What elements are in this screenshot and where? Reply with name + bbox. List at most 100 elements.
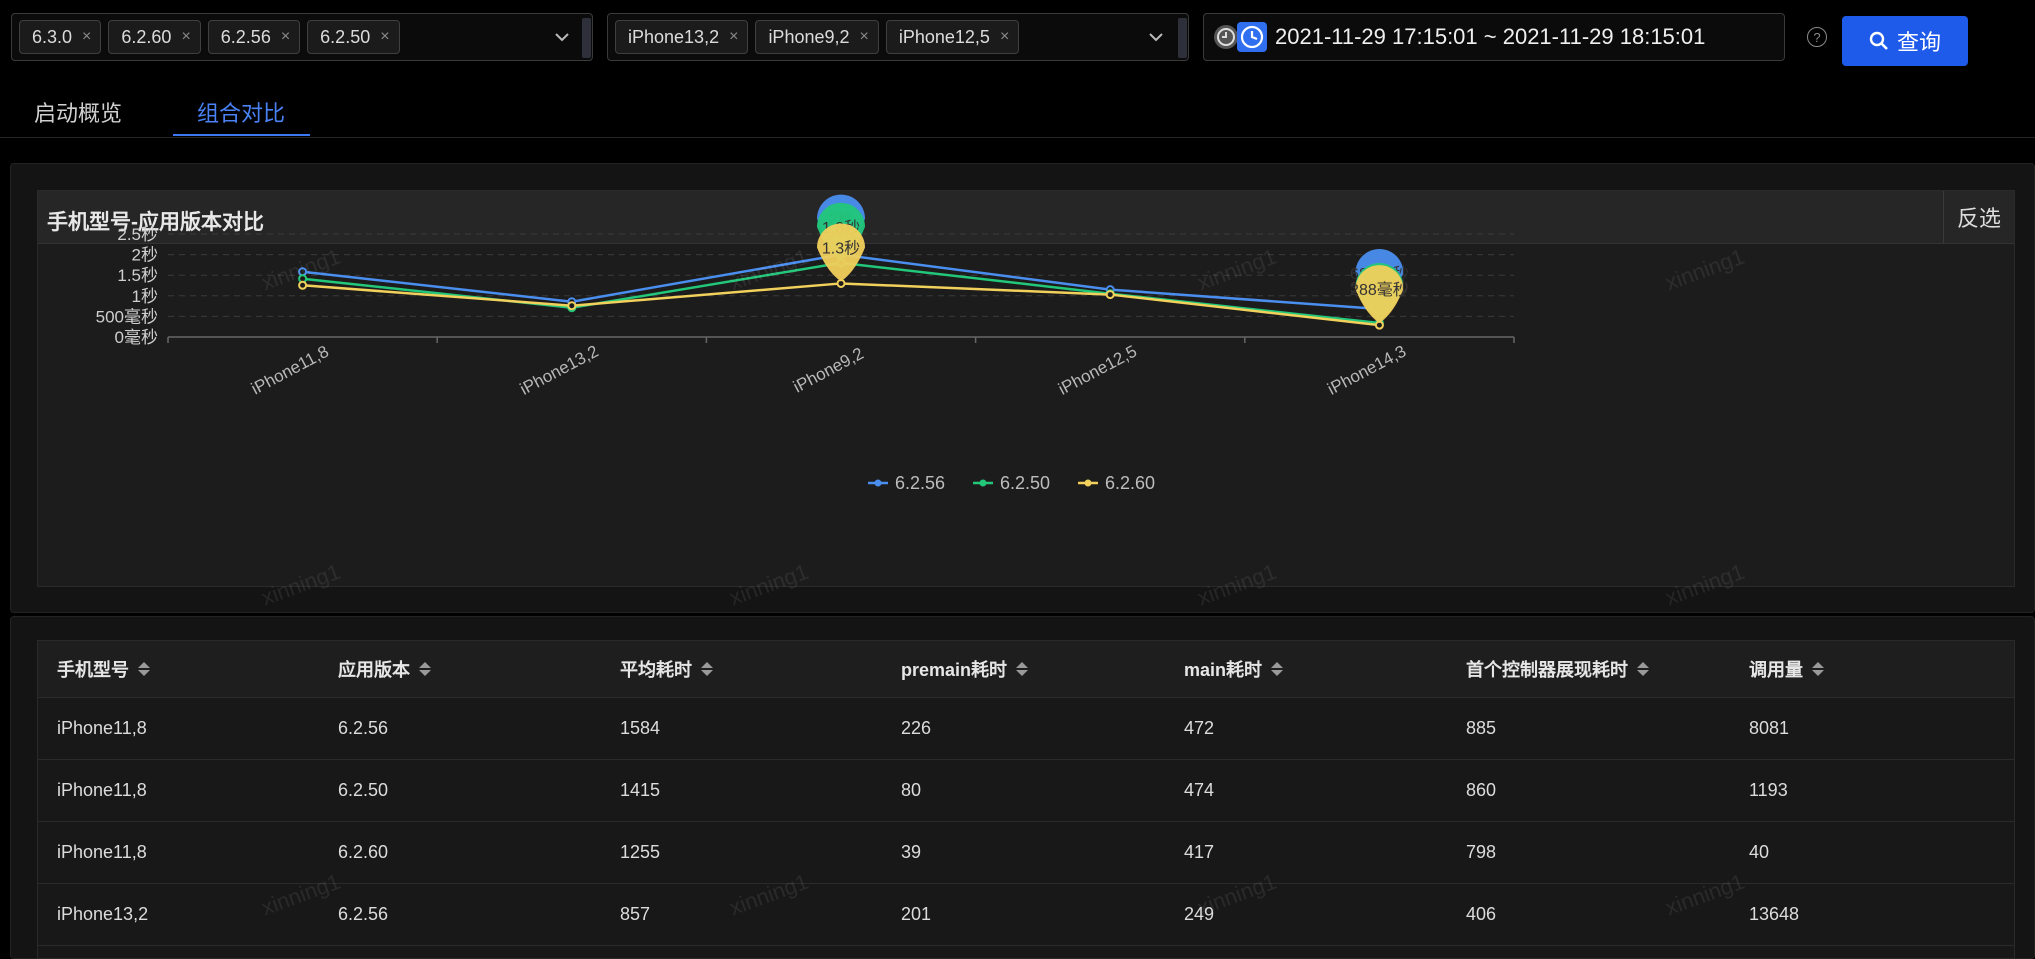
- chart-card: 手机型号-应用版本对比 反选 0毫秒 500毫秒 1秒 1.5秒 2秒 2.5秒 iPhon…: [37, 190, 2015, 587]
- tag-label: 6.3.0: [32, 26, 73, 47]
- version-select[interactable]: 6.3.0 × 6.2.60 × 6.2.56 × 6.2.50 ×: [11, 13, 593, 61]
- sort-icon[interactable]: [1812, 662, 1824, 676]
- tab-divider: [0, 137, 2035, 138]
- table-cell: 6.2.56: [338, 904, 389, 924]
- device-select[interactable]: iPhone13,2 × iPhone9,2 × iPhone12,5 ×: [607, 13, 1189, 61]
- close-icon[interactable]: ×: [860, 28, 869, 46]
- version-tag: 6.2.50 ×: [307, 20, 400, 54]
- column-header-label: 调用量: [1749, 660, 1803, 680]
- tag-label: iPhone9,2: [768, 26, 850, 47]
- table-cell: 6.2.50: [338, 780, 389, 800]
- x-tick-label: iPhone9,2: [790, 344, 867, 397]
- column-header[interactable]: premain耗时: [901, 641, 1029, 697]
- table-cell: 8081: [1749, 718, 1790, 738]
- version-tag: 6.2.56 ×: [207, 20, 301, 54]
- version-tag: 6.2.60 ×: [108, 20, 201, 54]
- close-icon[interactable]: ×: [729, 28, 738, 46]
- table-cell: 1193: [1749, 780, 1788, 800]
- sort-icon[interactable]: [138, 662, 150, 676]
- x-tick-label: iPhone13,2: [517, 342, 602, 399]
- y-tick-label: 2.5秒: [117, 225, 158, 244]
- clock-icon[interactable]: [1237, 22, 1267, 52]
- legend-label: 6.2.50: [1000, 473, 1050, 493]
- column-header-label: main耗时: [1184, 660, 1263, 680]
- table-cell: iPhone11,8: [57, 718, 147, 738]
- data-point: [298, 280, 308, 290]
- sort-icon[interactable]: [701, 662, 713, 676]
- table-row: iPhone11,8 6.2.50 1415 80 474 860 1193: [38, 760, 2014, 822]
- close-icon[interactable]: ×: [281, 28, 290, 46]
- tag-label: iPhone13,2: [628, 26, 720, 47]
- tab-compare[interactable]: 组合对比: [197, 96, 285, 128]
- table-cell: 798: [1466, 842, 1497, 862]
- chevron-down-icon[interactable]: [550, 25, 574, 49]
- data-table: 手机型号 应用版本 平均耗时 premain耗时 main耗时 首个控制器展现耗…: [37, 640, 2015, 959]
- column-header[interactable]: 应用版本: [338, 641, 431, 697]
- y-tick-label: 0毫秒: [115, 328, 158, 347]
- close-icon[interactable]: ×: [181, 28, 190, 46]
- y-tick-label: 1秒: [132, 287, 158, 306]
- scrollbar[interactable]: [582, 18, 591, 58]
- close-icon[interactable]: ×: [82, 28, 91, 46]
- table-cell: 860: [1466, 780, 1497, 800]
- history-clock-icon[interactable]: [1213, 24, 1239, 50]
- date-range-text: 2021-11-29 17:15:01 ~ 2021-11-29 18:15:0…: [1275, 24, 1706, 49]
- table-cell: iPhone11,8: [57, 842, 147, 862]
- table-cell: 474: [1184, 780, 1215, 800]
- column-header-label: 平均耗时: [620, 660, 692, 680]
- chevron-down-icon[interactable]: [1144, 25, 1168, 49]
- query-label: 查询: [1896, 30, 1941, 55]
- column-header[interactable]: 手机型号: [57, 641, 150, 697]
- x-tick-label: iPhone14,3: [1324, 342, 1409, 399]
- version-tag: 6.3.0 ×: [19, 20, 102, 54]
- close-icon[interactable]: ×: [1000, 28, 1009, 46]
- sort-icon[interactable]: [419, 662, 431, 676]
- table-cell: 6.2.60: [338, 842, 389, 862]
- table-cell: 1415: [620, 780, 661, 800]
- column-header[interactable]: 首个控制器展现耗时: [1466, 641, 1649, 697]
- table-cell: 406: [1466, 904, 1497, 924]
- date-range-picker[interactable]: 2021-11-29 17:15:01 ~ 2021-11-29 18:15:0…: [1203, 13, 1785, 61]
- sort-icon[interactable]: [1271, 662, 1284, 676]
- legend-swatch-dot: [1084, 479, 1092, 487]
- column-header[interactable]: main耗时: [1184, 641, 1284, 697]
- table-cell: 472: [1184, 718, 1215, 738]
- legend-label: 6.2.56: [895, 473, 945, 493]
- tab-overview[interactable]: 启动概览: [34, 96, 122, 128]
- tag-label: 6.2.60: [121, 26, 172, 47]
- help-icon[interactable]: ?: [1807, 27, 1827, 47]
- scrollbar[interactable]: [1178, 18, 1187, 58]
- device-tag: iPhone13,2 ×: [615, 20, 749, 54]
- close-icon[interactable]: ×: [380, 28, 389, 46]
- table-cell: 201: [901, 904, 932, 924]
- legend-swatch-dot: [979, 479, 987, 487]
- table-cell: 1584: [620, 718, 661, 738]
- x-tick-label: iPhone12,5: [1055, 342, 1140, 399]
- x-tick-label: iPhone11,8: [248, 342, 332, 399]
- table-cell: 417: [1184, 842, 1215, 862]
- table-row: iPhone13,2 6.2.56 857 201 249 406 13648: [38, 884, 2014, 946]
- active-tab-indicator: [173, 134, 310, 136]
- device-tag: iPhone12,5 ×: [885, 20, 1020, 54]
- tag-label: 6.2.50: [320, 26, 371, 47]
- column-header[interactable]: 调用量: [1749, 641, 1824, 697]
- table-cell: 80: [901, 780, 922, 800]
- sort-icon[interactable]: [1016, 662, 1029, 676]
- line-chart: 0毫秒 500毫秒1秒 1.5秒2秒 2.5秒 iPhone11,8 iPhone13,2…: [96, 194, 1515, 493]
- table-cell: 40: [1749, 842, 1770, 862]
- table-cell: 13648: [1749, 904, 1800, 924]
- table-cell: 1255: [620, 842, 661, 862]
- sort-icon[interactable]: [1637, 662, 1649, 676]
- table-header-row: 手机型号 应用版本 平均耗时 premain耗时 main耗时 首个控制器展现耗…: [38, 641, 2014, 698]
- query-button[interactable]: 查询: [1842, 16, 1968, 66]
- table-cell: 6.2.56: [338, 718, 389, 738]
- table-cell: 39: [901, 842, 922, 862]
- data-point: [298, 267, 308, 277]
- y-tick-label: 500毫秒: [96, 307, 158, 326]
- marker-label: 1.3秒: [822, 239, 860, 257]
- data-point: [1105, 290, 1115, 300]
- table-cell: iPhone13,2: [57, 904, 149, 924]
- column-header[interactable]: 平均耗时: [620, 641, 713, 697]
- y-tick-label: 2秒: [132, 246, 158, 265]
- table-cell: 249: [1184, 904, 1215, 924]
